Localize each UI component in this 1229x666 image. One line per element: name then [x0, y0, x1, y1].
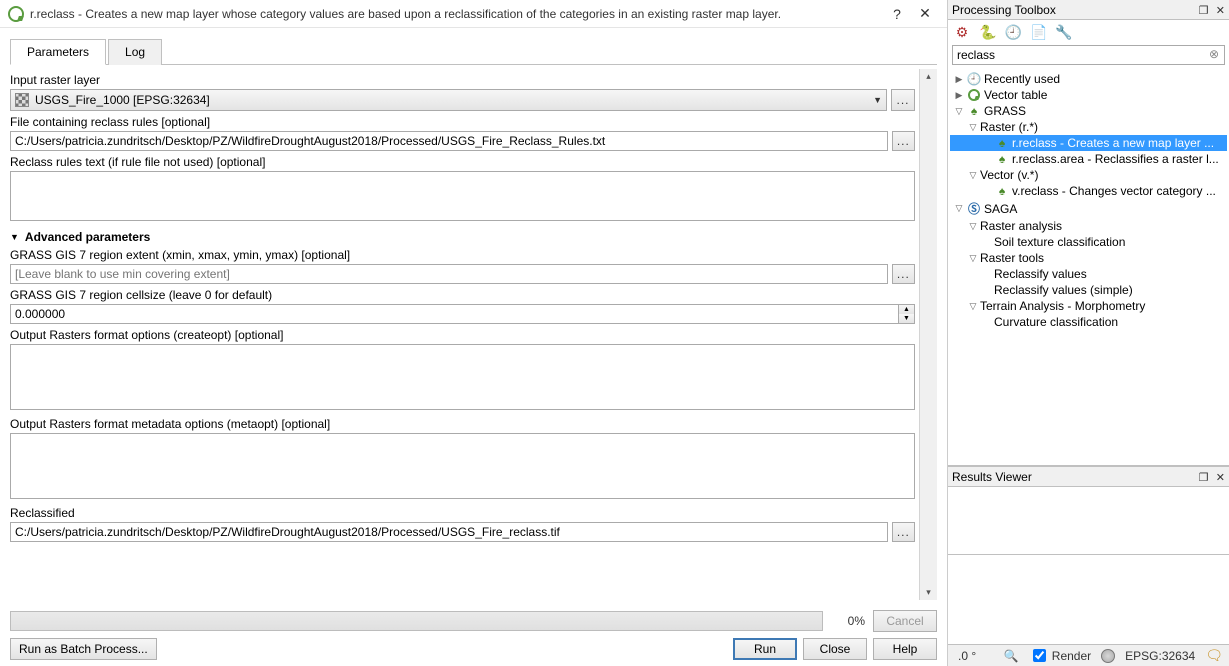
- chevron-down-icon: ▼: [10, 232, 19, 242]
- tree-vector-table[interactable]: ▶Vector table: [950, 87, 1227, 103]
- cancel-progress-button[interactable]: Cancel: [873, 610, 937, 632]
- toolbox-search-wrap: ⊗: [948, 45, 1229, 69]
- model-icon[interactable]: 🔧: [1055, 24, 1071, 41]
- tree-vector-v[interactable]: ▽Vector (v.*): [950, 167, 1227, 183]
- undock-icon[interactable]: ❐: [1199, 472, 1209, 484]
- qgis-icon: [8, 6, 24, 22]
- close-button[interactable]: Close: [803, 638, 867, 660]
- tree-raster-r[interactable]: ▽Raster (r.*): [950, 119, 1227, 135]
- rules-text-area[interactable]: [10, 171, 915, 221]
- raster-icon: [15, 93, 29, 107]
- status-epsg[interactable]: EPSG:32634: [1125, 649, 1195, 663]
- run-button[interactable]: Run: [733, 638, 797, 660]
- run-batch-button[interactable]: Run as Batch Process...: [10, 638, 157, 660]
- rules-text-label: Reclass rules text (if rule file not use…: [10, 155, 915, 169]
- dialog-body: Parameters Log Input raster layer USGS_F…: [0, 28, 947, 666]
- reclass-file-browse-button[interactable]: ...: [892, 131, 915, 151]
- form-scrollbar[interactable]: ▴ ▾: [919, 69, 937, 600]
- toolbox-title: Processing Toolbox: [952, 3, 1195, 17]
- region-extent-browse-button[interactable]: ...: [892, 264, 915, 284]
- dialog-titlebar: r.reclass - Creates a new map layer whos…: [0, 0, 947, 28]
- status-bar: .0 ° 🔍 Render EPSG:32634 🗨: [948, 644, 1229, 666]
- tree-raster-analysis[interactable]: ▽Raster analysis: [950, 218, 1227, 234]
- tree-recently-used[interactable]: ▶🕘Recently used: [950, 71, 1227, 87]
- tree-r-reclass-area[interactable]: ♠r.reclass.area - Reclassifies a raster …: [950, 151, 1227, 167]
- status-degrees: .0 °: [958, 649, 976, 663]
- python-icon[interactable]: 🐍: [979, 24, 995, 41]
- results-viewer-panel: Results Viewer ❐ ✕ .0 ° 🔍 Render EPSG:32…: [948, 466, 1229, 666]
- advanced-toggle[interactable]: ▼ Advanced parameters: [10, 230, 915, 244]
- createopt-label: Output Rasters format options (createopt…: [10, 328, 915, 342]
- reclassified-browse-button[interactable]: ...: [892, 522, 915, 542]
- results-header: Results Viewer ❐ ✕: [948, 467, 1229, 487]
- tabs: Parameters Log: [10, 38, 937, 65]
- close-titlebar-button[interactable]: ✕: [911, 5, 939, 22]
- metaopt-area[interactable]: [10, 433, 915, 499]
- tree-grass[interactable]: ▽♠GRASS: [950, 103, 1227, 119]
- region-extent-label: GRASS GIS 7 region extent (xmin, xmax, y…: [10, 248, 915, 262]
- tree-soil[interactable]: Soil texture classification: [950, 234, 1227, 250]
- tree-saga[interactable]: ▽ⓈSAGA: [950, 199, 1227, 218]
- toolbox-tree: ▶🕘Recently used ▶Vector table ▽♠GRASS ▽R…: [948, 69, 1229, 465]
- gear-icon[interactable]: ⚙: [954, 24, 970, 41]
- tree-reclassify-values[interactable]: Reclassify values: [950, 266, 1227, 282]
- progress-bar: [10, 611, 823, 631]
- region-extent-input[interactable]: [10, 264, 888, 284]
- undock-icon[interactable]: ❐: [1199, 5, 1209, 17]
- tree-r-reclass[interactable]: ♠r.reclass - Creates a new map layer ...: [950, 135, 1227, 151]
- results-icon[interactable]: 📄: [1030, 24, 1046, 41]
- tree-v-reclass[interactable]: ♠v.reclass - Changes vector category ...: [950, 183, 1227, 199]
- input-raster-value: USGS_Fire_1000 [EPSG:32634]: [35, 93, 873, 107]
- chevron-down-icon: ▼: [873, 95, 882, 105]
- progress-row: 0% Cancel: [10, 610, 937, 632]
- status-search-icon[interactable]: 🔍: [1004, 649, 1019, 663]
- createopt-area[interactable]: [10, 344, 915, 410]
- tree-terrain[interactable]: ▽Terrain Analysis - Morphometry: [950, 298, 1227, 314]
- form-content: Input raster layer USGS_Fire_1000 [EPSG:…: [10, 69, 937, 600]
- help-button[interactable]: Help: [873, 638, 937, 660]
- close-panel-icon[interactable]: ✕: [1216, 5, 1225, 17]
- results-title: Results Viewer: [952, 470, 1195, 484]
- messages-icon[interactable]: 🗨: [1205, 647, 1223, 664]
- render-toggle[interactable]: Render: [1029, 646, 1091, 665]
- reclassified-label: Reclassified: [10, 506, 915, 520]
- close-panel-icon[interactable]: ✕: [1216, 472, 1225, 484]
- tab-parameters[interactable]: Parameters: [10, 39, 106, 65]
- reclass-dialog: r.reclass - Creates a new map layer whos…: [0, 0, 948, 666]
- cellsize-spinner[interactable]: ▲▼: [899, 304, 915, 324]
- tab-log[interactable]: Log: [108, 39, 162, 65]
- scroll-up-icon: ▴: [920, 71, 937, 82]
- input-raster-label: Input raster layer: [10, 73, 915, 87]
- history-icon[interactable]: 🕘: [1005, 24, 1021, 41]
- dialog-title: r.reclass - Creates a new map layer whos…: [30, 7, 883, 21]
- tree-raster-tools[interactable]: ▽Raster tools: [950, 250, 1227, 266]
- tree-curvature[interactable]: Curvature classification: [950, 314, 1227, 330]
- toolbox-search-input[interactable]: [952, 45, 1225, 65]
- reclassified-input[interactable]: [10, 522, 888, 542]
- results-secondary: [948, 554, 1229, 644]
- tree-reclassify-simple[interactable]: Reclassify values (simple): [950, 282, 1227, 298]
- help-titlebar-button[interactable]: ?: [883, 6, 911, 22]
- toolbox-header: Processing Toolbox ❐ ✕: [948, 0, 1229, 20]
- clear-search-icon[interactable]: ⊗: [1209, 47, 1219, 61]
- progress-percent: 0%: [831, 614, 865, 628]
- render-checkbox[interactable]: [1033, 649, 1046, 662]
- right-docks: Processing Toolbox ❐ ✕ ⚙ 🐍 🕘 📄 🔧 ⊗ ▶🕘Rec…: [948, 0, 1229, 666]
- dialog-footer: Run as Batch Process... Run Close Help: [10, 638, 937, 660]
- scroll-down-icon: ▾: [920, 587, 937, 598]
- processing-toolbox-panel: Processing Toolbox ❐ ✕ ⚙ 🐍 🕘 📄 🔧 ⊗ ▶🕘Rec…: [948, 0, 1229, 466]
- input-raster-browse-button[interactable]: ...: [891, 89, 915, 111]
- globe-icon: [1101, 649, 1115, 663]
- results-body: [948, 487, 1229, 554]
- reclass-file-input[interactable]: [10, 131, 888, 151]
- cellsize-input[interactable]: [10, 304, 899, 324]
- metaopt-label: Output Rasters format metadata options (…: [10, 417, 915, 431]
- advanced-label: Advanced parameters: [25, 230, 150, 244]
- toolbox-toolbar: ⚙ 🐍 🕘 📄 🔧: [948, 20, 1229, 45]
- input-raster-combo[interactable]: USGS_Fire_1000 [EPSG:32634] ▼: [10, 89, 887, 111]
- cellsize-label: GRASS GIS 7 region cellsize (leave 0 for…: [10, 288, 915, 302]
- form-scroll: Input raster layer USGS_Fire_1000 [EPSG:…: [10, 69, 919, 600]
- reclass-file-label: File containing reclass rules [optional]: [10, 115, 915, 129]
